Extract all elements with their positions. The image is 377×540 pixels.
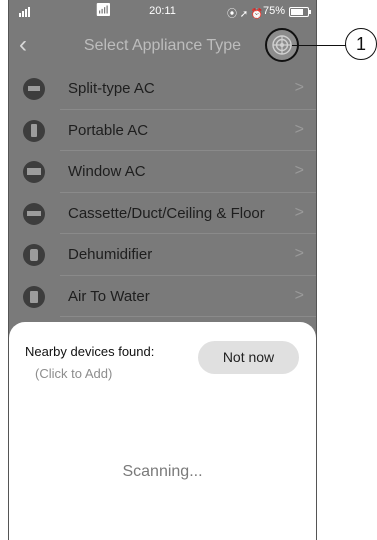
list-item-split-ac[interactable]: Split-type AC > xyxy=(9,68,316,110)
divider xyxy=(60,316,316,317)
list-item-label: Window AC xyxy=(68,163,146,180)
list-item-label: Cassette/Duct/Ceiling & Floor xyxy=(68,204,265,222)
appliance-list: Split-type AC > Portable AC > Window AC … xyxy=(9,68,316,317)
nearby-devices-label: Nearby devices found: xyxy=(25,344,155,359)
callout-leader-line xyxy=(292,45,346,46)
chevron-right-icon: > xyxy=(294,162,304,179)
chevron-right-icon: > xyxy=(294,245,304,262)
radar-icon xyxy=(272,35,292,55)
list-item-label: Portable AC xyxy=(68,121,149,139)
list-item-portable-ac[interactable]: Portable AC > xyxy=(9,110,316,151)
dehumidifier-icon xyxy=(23,244,45,266)
list-item-label: Dehumidifier xyxy=(68,246,153,263)
portable-ac-icon xyxy=(23,119,45,142)
status-icons: ⦿ ➚ ⏰ xyxy=(227,9,264,20)
list-item-label: Air To Water xyxy=(68,287,150,305)
not-now-button[interactable]: Not now xyxy=(198,341,299,374)
nearby-devices-sheet: Nearby devices found: (Click to Add) Not… xyxy=(9,322,316,540)
callout-number-1: 1 xyxy=(345,28,377,60)
chevron-right-icon: > xyxy=(294,120,304,138)
list-item-cassette-duct[interactable]: Cassette/Duct/Ceiling & Floor > xyxy=(9,193,316,234)
window-ac-icon xyxy=(23,161,45,183)
chevron-right-icon: > xyxy=(294,79,304,96)
click-to-add-hint: (Click to Add) xyxy=(35,366,113,381)
list-item-air-to-water[interactable]: Air To Water > xyxy=(9,276,316,317)
cassette-ac-icon xyxy=(23,202,45,225)
battery-icon xyxy=(289,7,311,17)
phone-screen: 📶︎ 20:11 ⦿ ➚ ⏰ 75% ‹ Select Appliance Ty… xyxy=(8,0,317,540)
nav-bar: ‹ Select Appliance Type xyxy=(9,24,316,68)
chevron-right-icon: > xyxy=(294,286,304,304)
split-ac-icon xyxy=(23,78,45,100)
battery-percent: 75% xyxy=(263,5,286,17)
chevron-right-icon: > xyxy=(294,203,304,221)
scanning-status: Scanning... xyxy=(122,463,203,480)
list-item-window-ac[interactable]: Window AC > xyxy=(9,151,316,193)
list-item-dehumidifier[interactable]: Dehumidifier > xyxy=(9,234,316,276)
status-bar: 📶︎ 20:11 ⦿ ➚ ⏰ 75% xyxy=(9,0,316,24)
air-to-water-icon xyxy=(23,285,45,308)
list-item-label: Split-type AC xyxy=(68,80,155,97)
